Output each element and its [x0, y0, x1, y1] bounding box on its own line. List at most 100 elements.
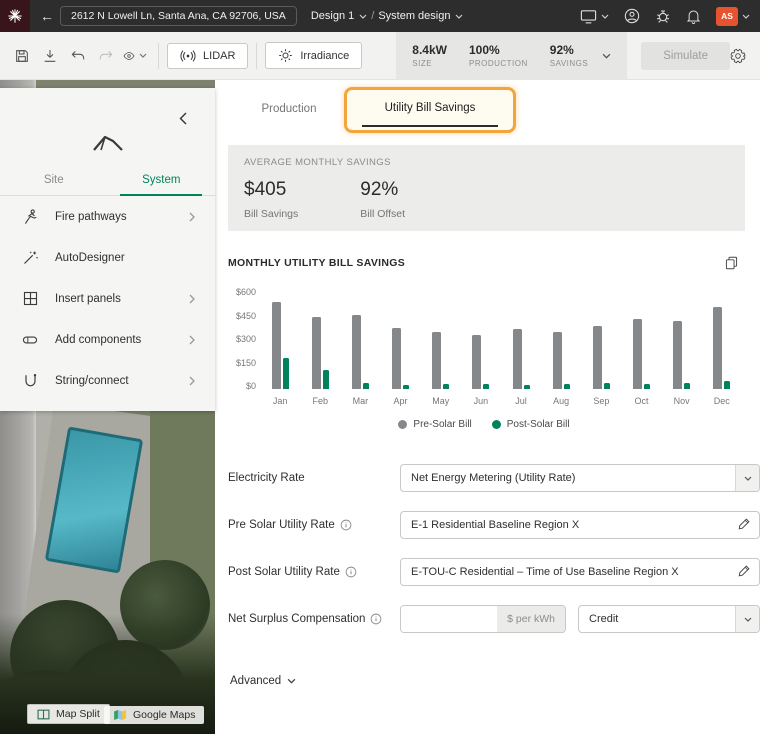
stats-expand-button[interactable] — [602, 53, 611, 59]
address-display[interactable]: 2612 N Lowell Ln, Santa Ana, CA 92706, U… — [60, 6, 297, 26]
google-maps-icon — [113, 709, 127, 721]
redo-icon — [98, 48, 114, 64]
map-split-icon — [37, 709, 50, 720]
google-maps-label: Google Maps — [133, 709, 195, 721]
bar-group-jul: Jul — [513, 292, 530, 406]
copy-button[interactable] — [725, 256, 738, 270]
menu-item-insert-panels[interactable]: Insert panels — [0, 278, 215, 319]
net-surplus-type-select[interactable]: Credit — [578, 605, 760, 633]
info-icon[interactable] — [370, 613, 382, 625]
chevron-left-icon — [179, 112, 187, 125]
chevron-down-icon — [742, 14, 750, 19]
string-connect-icon — [20, 373, 40, 388]
bill-offset-stat: 92% Bill Offset — [360, 179, 405, 220]
chevron-down-icon — [735, 465, 759, 491]
post-solar-bar — [644, 384, 650, 389]
grid-icon — [20, 291, 40, 306]
pre-solar-bar — [432, 332, 441, 389]
bug-icon[interactable] — [655, 8, 671, 24]
stat-size-value: 8.4kW — [412, 43, 447, 57]
net-surplus-input[interactable] — [401, 606, 497, 632]
user-menu[interactable]: AS — [716, 7, 750, 26]
info-icon[interactable] — [340, 519, 352, 531]
map-split-label: Map Split — [56, 708, 100, 720]
account-icon[interactable] — [624, 8, 640, 24]
tab-site[interactable]: Site — [0, 168, 108, 195]
bill-savings-stat: $405 Bill Savings — [244, 179, 298, 220]
simulate-button[interactable]: Simulate — [641, 42, 730, 70]
irradiance-button[interactable]: Irradiance — [265, 42, 362, 69]
display-settings-button[interactable] — [580, 9, 609, 24]
menu-item-add-components[interactable]: Add components — [0, 319, 215, 360]
edit-pencil-icon[interactable] — [738, 517, 751, 530]
tab-production[interactable]: Production — [243, 103, 335, 115]
pre-solar-bar — [553, 332, 562, 389]
aurora-logo[interactable] — [0, 0, 30, 32]
lidar-button-label: LIDAR — [203, 50, 235, 62]
pre-solar-rate-input[interactable] — [400, 511, 760, 539]
page-selector[interactable]: System design — [378, 10, 463, 22]
bar-group-dec: Dec — [713, 292, 730, 406]
pre-solar-bar — [713, 307, 722, 389]
visibility-button[interactable] — [123, 44, 147, 68]
y-tick-label: $150 — [222, 358, 256, 368]
chevron-down-icon — [601, 14, 609, 19]
x-tick-label: Oct — [634, 396, 648, 406]
y-tick-label: $0 — [222, 381, 256, 391]
bar-group-aug: Aug — [553, 292, 570, 406]
post-solar-bar — [684, 383, 690, 389]
post-solar-bar — [363, 383, 369, 389]
lidar-button[interactable]: LIDAR — [167, 43, 248, 69]
redo-button[interactable] — [95, 44, 117, 68]
chevron-down-icon — [359, 14, 367, 19]
post-solar-rate-label: Post Solar Utility Rate — [228, 566, 400, 578]
pre-solar-bar — [673, 321, 682, 389]
chevron-down-icon — [735, 606, 759, 632]
save-icon — [14, 48, 30, 64]
notifications-icon[interactable] — [686, 8, 701, 24]
google-maps-button[interactable]: Google Maps — [104, 706, 204, 724]
bill-offset-value: 92% — [360, 179, 405, 201]
pre-solar-bar — [272, 302, 281, 389]
legend-label: Pre-Solar Bill — [413, 419, 471, 430]
bill-savings-value: $405 — [244, 179, 298, 201]
settings-gear-button[interactable] — [730, 48, 746, 64]
post-solar-rate-input[interactable] — [400, 558, 760, 586]
bar-group-jan: Jan — [272, 292, 289, 406]
bar-group-mar: Mar — [352, 292, 369, 406]
bar-group-apr: Apr — [392, 292, 409, 406]
save-button[interactable] — [11, 44, 33, 68]
undo-button[interactable] — [67, 44, 89, 68]
menu-item-string-connect[interactable]: String/connect — [0, 360, 215, 401]
post-solar-rate-row: Post Solar Utility Rate — [228, 558, 760, 586]
stat-savings: 92% SAVINGS — [550, 43, 588, 68]
info-icon[interactable] — [345, 566, 357, 578]
post-solar-bar — [283, 358, 289, 389]
tab-system[interactable]: System — [108, 168, 216, 195]
advanced-toggle[interactable]: Advanced — [230, 675, 296, 687]
post-solar-bar — [524, 385, 530, 389]
y-tick-label: $600 — [222, 287, 256, 297]
electricity-rate-select[interactable]: Net Energy Metering (Utility Rate) — [400, 464, 760, 492]
average-monthly-savings-card: AVERAGE MONTHLY SAVINGS $405 Bill Saving… — [228, 145, 745, 231]
active-tab-underline — [362, 125, 498, 127]
stat-production: 100% PRODUCTION — [469, 43, 528, 68]
avatar[interactable]: AS — [716, 7, 738, 26]
map-split-button[interactable]: Map Split — [27, 704, 110, 724]
panel-collapse-button[interactable] — [179, 112, 187, 125]
download-button[interactable] — [39, 44, 61, 68]
menu-item-autodesigner[interactable]: AutoDesigner — [0, 237, 215, 278]
tab-utility-bill-savings[interactable]: Utility Bill Savings — [347, 102, 513, 114]
pre-solar-bar — [633, 319, 642, 389]
menu-item-fire-pathways[interactable]: Fire pathways — [0, 196, 215, 237]
pre-solar-rate-label: Pre Solar Utility Rate — [228, 519, 400, 531]
x-tick-label: Mar — [353, 396, 369, 406]
design-selector[interactable]: Design 1 — [311, 10, 367, 22]
legend-dot-icon — [398, 420, 407, 429]
back-button[interactable]: ← — [40, 8, 54, 24]
menu-item-label: String/connect — [55, 375, 189, 387]
stat-size-label: SIZE — [412, 59, 447, 68]
electricity-rate-row: Electricity Rate Net Energy Metering (Ut… — [228, 464, 760, 492]
net-surplus-unit: $ per kWh — [497, 606, 565, 632]
edit-pencil-icon[interactable] — [738, 564, 751, 577]
